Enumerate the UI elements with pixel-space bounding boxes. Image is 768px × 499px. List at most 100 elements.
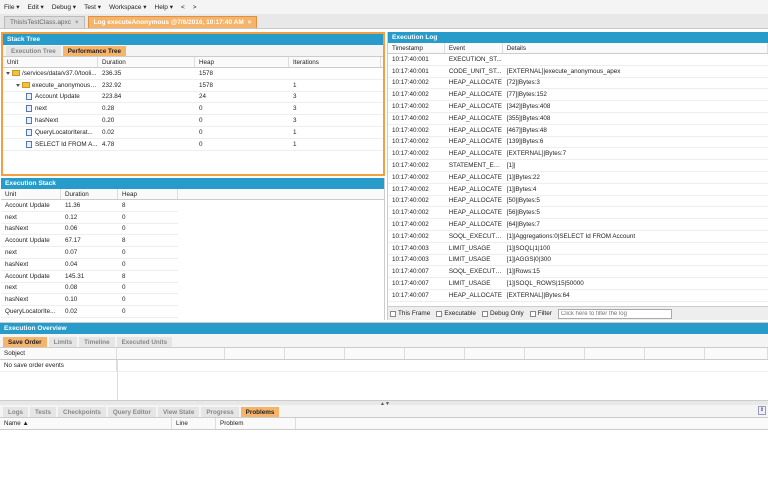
heap-cell: 1578	[199, 69, 214, 77]
stack-cell: 0	[122, 308, 126, 316]
sobject-column[interactable]: Sobject	[0, 348, 117, 359]
menu-item[interactable]: <	[181, 4, 185, 11]
tree-row[interactable]: Account Update 223.84 24 3	[3, 92, 383, 104]
log-row[interactable]: 10:17:40:001 EXECUTION_ST...	[388, 54, 768, 66]
log-row[interactable]: 10:17:40:002 HEAP_ALLOCATE [467]|Bytes:48	[388, 125, 768, 137]
stack-row[interactable]: hasNext 0.04 0	[1, 259, 178, 271]
checkbox[interactable]	[481, 310, 488, 317]
log-row[interactable]: 10:17:40:002 HEAP_ALLOCATE [50]|Bytes:5	[388, 196, 768, 208]
log-row[interactable]: 10:17:40:002 HEAP_ALLOCATE [64]|Bytes:7	[388, 219, 768, 231]
bottom-tab[interactable]: Tests	[30, 407, 57, 417]
log-row[interactable]: 10:17:40:002 HEAP_ALLOCATE [72]|Bytes:3	[388, 78, 768, 90]
problems-header: Name ▲ Line Problem	[0, 418, 768, 430]
log-row[interactable]: 10:17:40:002 HEAP_ALLOCATE [77]|Bytes:152	[388, 89, 768, 102]
stack-row[interactable]: Account Update 11.36 8	[1, 200, 178, 212]
duration-cell: 236.35	[102, 69, 122, 77]
stack-tree-tab[interactable]: Performance Tree	[62, 46, 126, 56]
column-header[interactable]: Heap	[195, 57, 289, 67]
bottom-tab[interactable]: Problems	[240, 407, 280, 417]
log-row[interactable]: 10:17:40:007 HEAP_ALLOCATE [EXTERNAL]|Byte…	[388, 290, 768, 302]
column-header[interactable]: Duration	[98, 57, 195, 67]
filter-option[interactable]: This Frame	[390, 310, 430, 317]
menu-item[interactable]: Test ▾	[84, 3, 101, 11]
log-row[interactable]: 10:17:40:003 LIMIT_USAGE [1]|AGGS|0|300	[388, 255, 768, 267]
log-row[interactable]: 10:17:40:001 CODE_UNIT_ST... [EXTERNAL]|ex…	[388, 66, 768, 78]
file-tab[interactable]: ThisIsTestClass.apxc ×	[4, 16, 85, 28]
log-cell: [EXTERNAL]|Bytes:7	[506, 150, 567, 158]
log-row[interactable]: 10:17:40:002 SOQL_EXECUTE... [1]|Aggregati…	[388, 231, 768, 243]
filter-option[interactable]: Executable	[436, 310, 476, 317]
overview-tab[interactable]: Timeline	[79, 337, 115, 347]
menu-item[interactable]: File ▾	[4, 3, 20, 11]
column-header[interactable]: Details	[503, 43, 768, 53]
column-header[interactable]: Unit	[3, 57, 98, 67]
overview-tab[interactable]: Limits	[48, 337, 78, 347]
log-row[interactable]: 10:17:40:003 LIMIT_USAGE [1]|SOQL|1|100	[388, 243, 768, 255]
column-header[interactable]: Line	[172, 418, 216, 429]
log-row[interactable]: 10:17:40:007 SOQL_EXECUTE... [1]|Rows:15	[388, 266, 768, 279]
column-header[interactable]: Event	[445, 43, 503, 53]
overview-tab[interactable]: Executed Units	[116, 337, 173, 347]
column-header[interactable]: Name ▲	[0, 418, 172, 429]
log-row[interactable]: 10:17:40:002 STATEMENT_EX... [1]|	[388, 160, 768, 172]
filter-option[interactable]: Filter	[529, 310, 552, 317]
column-header[interactable]: Unit	[1, 189, 61, 199]
bottom-tab[interactable]: Logs	[3, 407, 29, 417]
menu-item[interactable]: Debug ▾	[52, 3, 76, 11]
log-cell: HEAP_ALLOCATE	[448, 126, 502, 134]
filter-option[interactable]: Debug Only	[481, 310, 524, 317]
log-row[interactable]: 10:17:40:002 HEAP_ALLOCATE [139]|Bytes:6	[388, 137, 768, 149]
column-header[interactable]: Duration	[61, 189, 118, 199]
log-row[interactable]: 10:17:40:002 HEAP_ALLOCATE [1]|Bytes:22	[388, 172, 768, 184]
expand-triangle-icon[interactable]	[16, 83, 20, 87]
stack-cell: 0.08	[65, 284, 78, 292]
expand-triangle-icon[interactable]	[6, 71, 10, 75]
checkbox[interactable]	[436, 310, 443, 317]
column-header[interactable]: Iterations	[289, 57, 381, 67]
stack-tree-tab[interactable]: Execution Tree	[6, 46, 61, 56]
stack-row[interactable]: QueryLocatorIte... 0.02 0	[1, 306, 178, 318]
log-filter-input[interactable]	[557, 308, 672, 319]
tree-row[interactable]: hasNext 0.20 0 3	[3, 115, 383, 127]
log-row[interactable]: 10:17:40:002 HEAP_ALLOCATE [EXTERNAL]|Byte…	[388, 148, 768, 161]
file-tab[interactable]: Log executeAnonymous @7/6/2016, 10:17:40…	[87, 16, 258, 28]
stack-row[interactable]: next 0.08 0	[1, 283, 178, 295]
log-cell: [64]|Bytes:7	[506, 221, 540, 229]
overview-tab[interactable]: Save Order	[3, 337, 47, 347]
bottom-tab[interactable]: Query Editor	[107, 407, 156, 417]
log-row[interactable]: 10:17:40:002 HEAP_ALLOCATE [56]|Bytes:5	[388, 207, 768, 220]
stack-row[interactable]: next 0.07 0	[1, 247, 178, 259]
stack-row[interactable]: Account Update 67.17 8	[1, 235, 178, 248]
bottom-tab[interactable]: Checkpoints	[58, 407, 106, 417]
expand-icon[interactable]: ⇕	[758, 406, 766, 415]
bottom-tab[interactable]: View State	[157, 407, 200, 417]
tree-row[interactable]: SELECT Id FROM A... 4.78 0 1	[3, 139, 383, 151]
stack-tree-panel: Stack Tree Execution Tree Performance Tre…	[1, 32, 385, 176]
column-header[interactable]: Heap	[118, 189, 178, 199]
tree-row[interactable]: next 0.28 0 3	[3, 103, 383, 116]
method-icon	[26, 105, 32, 113]
column-header[interactable]: Timestamp	[388, 43, 445, 53]
close-icon[interactable]: ×	[248, 20, 252, 26]
stack-row[interactable]: next 0.12 0	[1, 212, 178, 224]
log-row[interactable]: 10:17:40:002 HEAP_ALLOCATE [355]|Bytes:408	[388, 113, 768, 125]
log-row[interactable]: 10:17:40:007 LIMIT_USAGE [1]|SOQL_ROWS|15|…	[388, 278, 768, 290]
stack-row[interactable]: hasNext 0.10 0	[1, 294, 178, 307]
stack-row[interactable]: Account Update 145.31 8	[1, 271, 178, 283]
menu-item[interactable]: >	[193, 4, 197, 11]
tree-row[interactable]: QueryLocatorIterat... 0.02 0 1	[3, 127, 383, 139]
tree-row[interactable]: execute_anonymous_... 232.92 1578 1	[3, 80, 383, 92]
checkbox[interactable]	[529, 310, 536, 317]
bottom-tab[interactable]: Progress	[201, 407, 239, 417]
close-icon[interactable]: ×	[75, 20, 79, 26]
stack-row[interactable]: hasNext 0.06 0	[1, 224, 178, 236]
menu-item[interactable]: Edit ▾	[28, 3, 44, 11]
menu-item[interactable]: Help ▾	[155, 3, 173, 11]
menu-item[interactable]: Workspace ▾	[109, 3, 146, 11]
log-row[interactable]: 10:17:40:002 HEAP_ALLOCATE [342]|Bytes:408	[388, 101, 768, 113]
checkbox[interactable]	[390, 310, 396, 317]
log-row[interactable]: 10:17:40:002 HEAP_ALLOCATE [1]|Bytes:4	[388, 184, 768, 196]
tree-row[interactable]: /services/data/v37.0/tooli... 236.35 1578	[3, 68, 383, 80]
log-cell: [1]|	[506, 162, 516, 170]
column-header[interactable]: Problem	[216, 418, 296, 429]
